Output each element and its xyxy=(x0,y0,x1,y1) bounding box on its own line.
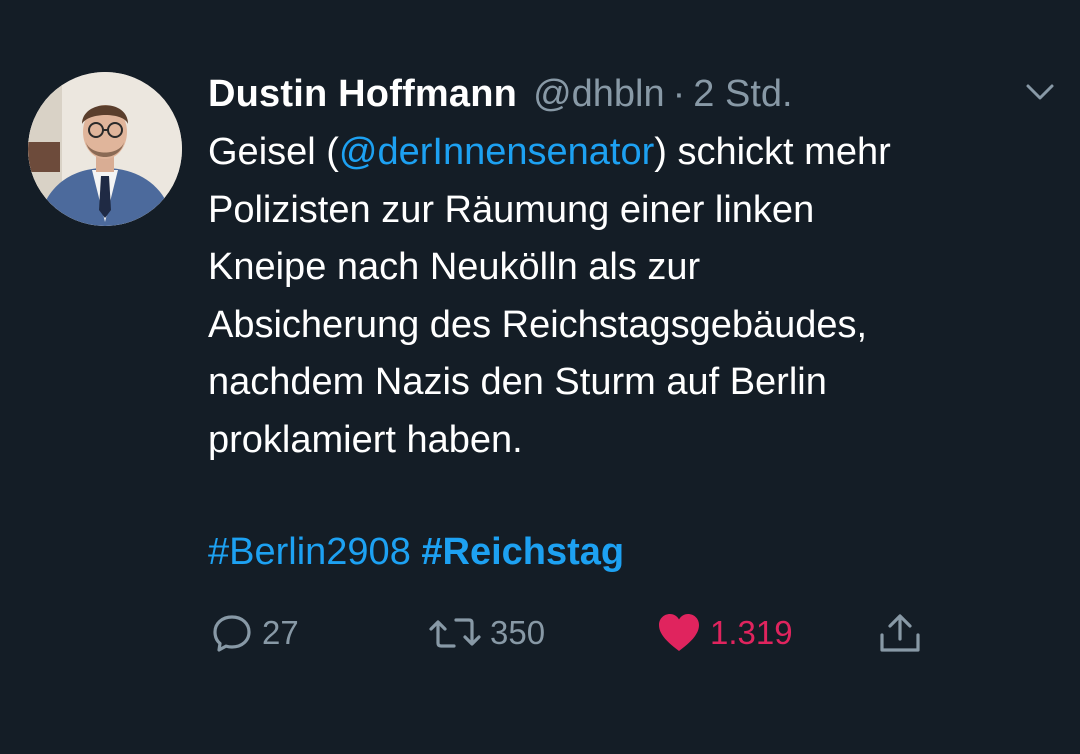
tweet-text: Geisel (@derInnensenator) schickt mehr P… xyxy=(208,124,1048,469)
text-segment: Geisel ( xyxy=(208,131,339,173)
tweet[interactable]: Dustin Hoffmann @dhbln · 2 Std. Geisel (… xyxy=(0,0,1080,754)
hashtags: #Berlin2908 #Reichstag xyxy=(208,524,624,581)
text-segment: ) schickt mehr xyxy=(654,131,891,173)
like-button[interactable]: 1.319 xyxy=(656,606,793,660)
share-icon xyxy=(876,611,924,655)
avatar-image xyxy=(28,72,182,226)
hashtag-link[interactable]: #Reichstag xyxy=(421,531,624,573)
hashtag-link[interactable]: #Berlin2908 xyxy=(208,531,411,573)
retweet-count: 350 xyxy=(490,614,546,651)
tweet-text-line: nachdem Nazis den Sturm auf Berlin xyxy=(208,361,827,403)
separator-dot: · xyxy=(672,72,686,115)
tweet-text-line: Polizisten zur Räumung einer linken xyxy=(208,188,815,231)
tweet-timestamp[interactable]: 2 Std. xyxy=(693,73,792,116)
tweet-text-line: Kneipe nach Neukölln als zur xyxy=(208,246,701,288)
mention-link[interactable]: @derInnensenator xyxy=(339,131,654,173)
tweet-text-line: proklamiert haben. xyxy=(208,418,523,461)
share-button[interactable] xyxy=(876,606,924,660)
tweet-text-line: Absicherung des Reichstagsgebäudes, xyxy=(208,303,868,346)
retweet-icon xyxy=(428,611,482,655)
tweet-text-line: Geisel (@derInnensenator) schickt mehr xyxy=(208,124,1048,182)
avatar[interactable] xyxy=(28,72,182,226)
retweet-button[interactable]: 350 xyxy=(428,606,545,660)
reply-button[interactable]: 27 xyxy=(210,606,299,660)
reply-count: 27 xyxy=(262,614,299,651)
tweet-actions: 27 350 1.319 xyxy=(0,606,1080,660)
reply-icon xyxy=(210,611,254,655)
like-count: 1.319 xyxy=(710,614,793,651)
chevron-down-icon[interactable] xyxy=(1022,78,1058,106)
heart-icon xyxy=(656,611,702,655)
author-name[interactable]: Dustin Hoffmann xyxy=(208,73,517,116)
tweet-header: Dustin Hoffmann @dhbln · 2 Std. xyxy=(208,66,793,122)
author-handle[interactable]: @dhbln xyxy=(533,73,665,116)
